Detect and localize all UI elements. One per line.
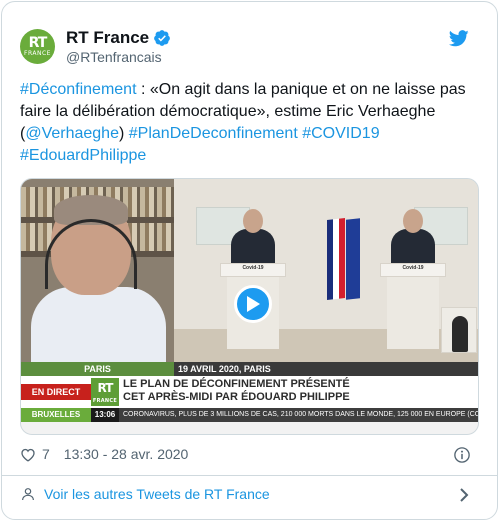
french-flag-icon bbox=[327, 218, 345, 300]
account-name-row[interactable]: RT France bbox=[66, 28, 171, 48]
podium-right bbox=[387, 269, 439, 349]
divider bbox=[2, 475, 497, 476]
video-player[interactable]: Covid-19 Covid-19 PARIS 19 AVRIL 2020, P… bbox=[20, 178, 479, 435]
podium-left-sign: Covid-19 bbox=[242, 265, 264, 271]
podium-right-sign: Covid-19 bbox=[402, 265, 424, 271]
more-tweets-link[interactable]: Voir les autres Tweets de RT France bbox=[20, 486, 270, 502]
channel-logo: RT FRANCE bbox=[91, 378, 119, 406]
avatar-logo-text: RT bbox=[28, 34, 48, 51]
date-location-label: 19 AVRIL 2020, PARIS bbox=[174, 362, 478, 376]
twitter-bird-icon[interactable] bbox=[449, 30, 469, 47]
guest-video-panel bbox=[21, 179, 174, 362]
guest-figure bbox=[31, 287, 166, 362]
headline-line-2: CET APRÈS-MIDI PAR ÉDOUARD PHILIPPE bbox=[123, 391, 350, 403]
more-tweets-label[interactable]: Voir les autres Tweets de RT France bbox=[44, 486, 270, 502]
press-conference-panel: Covid-19 Covid-19 bbox=[174, 179, 478, 362]
user-icon bbox=[22, 488, 34, 501]
ticker-city: BRUXELLES bbox=[21, 408, 91, 422]
sign-language-inset bbox=[441, 307, 477, 353]
mention-verhaeghe[interactable]: @Verhaeghe bbox=[25, 125, 119, 142]
tweet-text-segment: ) bbox=[118, 125, 129, 142]
speaker-right-head bbox=[403, 209, 423, 233]
display-name[interactable]: RT France bbox=[66, 28, 149, 48]
ticker-underbar bbox=[21, 422, 478, 434]
account-handle[interactable]: @RTenfrancais bbox=[66, 49, 162, 65]
play-icon bbox=[247, 296, 260, 312]
hashtag-edouardphilippe[interactable]: #EdouardPhilippe bbox=[20, 147, 146, 164]
verified-badge-icon bbox=[154, 30, 171, 46]
tweet-card: RT FRANCE RT France @RTenfrancais #Décon… bbox=[1, 1, 498, 520]
chevron-right-icon[interactable] bbox=[459, 488, 469, 502]
avatar[interactable]: RT FRANCE bbox=[20, 29, 55, 64]
channel-logo-text: RT bbox=[97, 381, 114, 395]
news-headline: LE PLAN DE DÉCONFINEMENT PRÉSENTÉ CET AP… bbox=[123, 378, 478, 404]
ticker-time: 13:06 bbox=[91, 408, 119, 422]
location-label: PARIS bbox=[21, 362, 174, 376]
headline-line-1: LE PLAN DE DÉCONFINEMENT PRÉSENTÉ bbox=[123, 378, 350, 390]
speaker-left-head bbox=[243, 209, 263, 233]
tweet-text: #Déconfinement : «On agit dans la paniqu… bbox=[20, 79, 490, 167]
ticker-text: CORONAVIRUS, PLUS DE 3 MILLIONS DE CAS, … bbox=[123, 411, 478, 418]
heart-icon[interactable] bbox=[20, 447, 36, 462]
channel-logo-subtext: FRANCE bbox=[92, 398, 118, 404]
hashtag-deconfinement[interactable]: #Déconfinement bbox=[20, 81, 137, 98]
like-count[interactable]: 7 bbox=[42, 446, 50, 462]
info-icon[interactable] bbox=[453, 446, 471, 464]
live-badge: EN DIRECT bbox=[21, 384, 91, 400]
hashtag-covid19[interactable]: #COVID19 bbox=[302, 125, 379, 142]
eu-flag-icon bbox=[346, 218, 360, 300]
tweet-timestamp[interactable]: 13:30 - 28 avr. 2020 bbox=[64, 446, 189, 462]
play-button[interactable] bbox=[234, 285, 272, 323]
avatar-logo-subtext: FRANCE bbox=[24, 49, 51, 57]
sign-interpreter bbox=[452, 316, 468, 352]
tweet-meta-row: 7 13:30 - 28 avr. 2020 bbox=[20, 446, 188, 462]
hashtag-plandedeconfinement[interactable]: #PlanDeDeconfinement bbox=[129, 125, 298, 142]
